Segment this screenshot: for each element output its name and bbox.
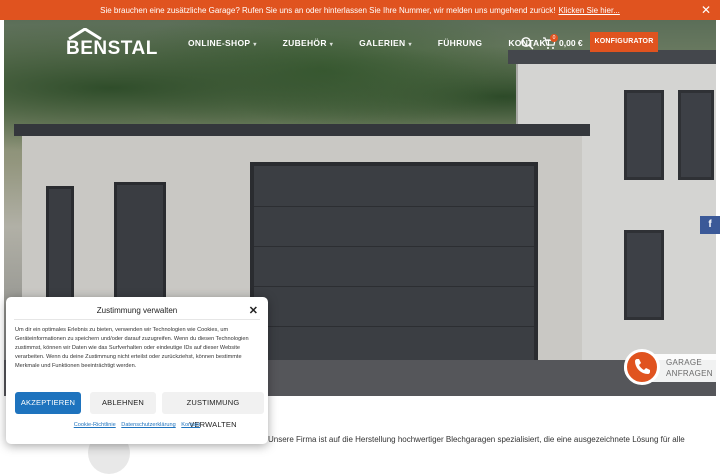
logo[interactable]: BENSTAL xyxy=(66,28,158,59)
consent-body: Um dir ein optimales Erlebnis zu bieten,… xyxy=(15,327,249,369)
facebook-share-button[interactable]: f xyxy=(700,216,720,234)
consent-title: Zustimmung verwalten xyxy=(96,306,178,315)
manage-consent-button[interactable]: ZUSTIMMUNG VERWALTEN xyxy=(162,392,264,429)
chevron-down-icon: ▾ xyxy=(253,42,257,48)
main-nav: ONLINE-SHOP ▾ ZUBEHÖR ▾ GALERIEN ▾ FÜHRUNG … xyxy=(188,38,577,48)
chevron-down-icon: ▾ xyxy=(329,42,334,48)
garage-main-door xyxy=(250,162,538,392)
logo-text: BENSTAL xyxy=(66,38,158,59)
cart-total[interactable]: 0,00 € xyxy=(559,38,583,48)
nav-item-zubehoer[interactable]: ZUBEHÖR ▾ xyxy=(283,38,333,48)
divider xyxy=(14,319,260,320)
consent-links: Cookie-Richtlinie Datenschutzerklärung K… xyxy=(6,422,268,428)
announcement-link[interactable]: Klicken Sie hier... xyxy=(559,6,620,15)
inquiry-line-1: GARAGE xyxy=(666,358,703,367)
announcement-text: Sie brauchen eine zusätzliche Garage? Ru… xyxy=(100,5,556,15)
search-icon[interactable] xyxy=(520,36,534,50)
cookie-consent-dialog: Zustimmung verwalten ✕ Um dir ein optima… xyxy=(6,297,268,444)
nav-item-fuehrung[interactable]: FÜHRUNG xyxy=(438,38,483,48)
cookie-policy-link[interactable]: Cookie-Richtlinie xyxy=(74,422,116,428)
close-icon[interactable]: ✕ xyxy=(701,3,711,17)
configurator-button[interactable]: KONFIGURATOR xyxy=(590,32,658,52)
chevron-down-icon: ▾ xyxy=(408,42,412,48)
house-window xyxy=(624,230,664,320)
close-icon[interactable]: ✕ xyxy=(249,304,258,317)
house-window xyxy=(678,90,714,180)
deny-button[interactable]: ABLEHNEN xyxy=(90,392,156,414)
accept-button[interactable]: AKZEPTIEREN xyxy=(15,392,81,414)
inquiry-line-2: ANFRAGEN xyxy=(666,369,713,378)
intro-text: Unsere Firma ist auf die Herstellung hoc… xyxy=(268,435,685,444)
phone-icon xyxy=(624,349,660,385)
house-window xyxy=(624,90,664,180)
cart-count-badge: 0 xyxy=(550,34,558,42)
announcement-bar: Sie brauchen eine zusätzliche Garage? Ru… xyxy=(0,0,720,20)
privacy-policy-link[interactable]: Datenschutzerklärung xyxy=(121,422,175,428)
contact-link[interactable]: Kontakt xyxy=(181,422,200,428)
nav-item-galerien[interactable]: GALERIEN ▾ xyxy=(359,38,412,48)
nav-item-online-shop[interactable]: ONLINE-SHOP ▾ xyxy=(188,38,257,48)
garage-inquiry-button[interactable]: GARAGE ANFRAGEN xyxy=(624,349,716,385)
